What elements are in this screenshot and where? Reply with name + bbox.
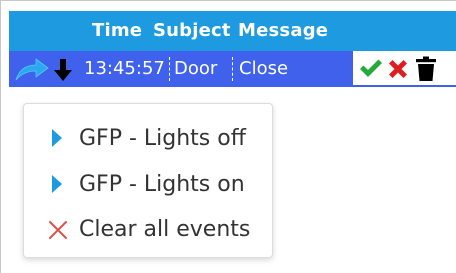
event-message: Close	[239, 58, 289, 79]
column-header-subject[interactable]: Subject	[153, 20, 231, 42]
check-icon[interactable]	[359, 58, 383, 78]
column-divider	[169, 57, 170, 81]
row-actions	[353, 51, 456, 87]
menu-item-gfp-lights-off[interactable]: GFP - Lights off	[24, 117, 272, 161]
play-triangle-icon	[52, 175, 62, 193]
context-menu: GFP - Lights off GFP - Lights on Clear a…	[23, 103, 273, 258]
column-header-time[interactable]: Time	[92, 20, 142, 42]
table-header: Time Subject Message	[9, 11, 456, 51]
down-arrow-icon	[54, 59, 72, 81]
table-row[interactable]: 13:45:57 Door Close	[9, 51, 456, 87]
event-subject: Door	[174, 58, 218, 79]
column-header-message[interactable]: Message	[238, 20, 328, 42]
close-x-icon	[49, 221, 67, 239]
play-triangle-icon	[52, 129, 62, 147]
menu-item-label: GFP - Lights on	[79, 172, 245, 197]
events-panel: Time Subject Message 13:45:57 Door Close	[0, 0, 456, 273]
menu-item-clear-all-events[interactable]: Clear all events	[24, 208, 272, 252]
share-arrow-icon	[15, 58, 49, 81]
menu-item-label: GFP - Lights off	[79, 126, 246, 151]
column-divider	[232, 57, 233, 81]
event-time: 13:45:57	[84, 58, 165, 79]
menu-item-gfp-lights-on[interactable]: GFP - Lights on	[24, 163, 272, 207]
cross-icon[interactable]	[387, 58, 409, 80]
trash-icon[interactable]	[415, 56, 437, 82]
event-row-main[interactable]: 13:45:57 Door Close	[9, 51, 353, 87]
menu-item-label: Clear all events	[79, 217, 251, 242]
